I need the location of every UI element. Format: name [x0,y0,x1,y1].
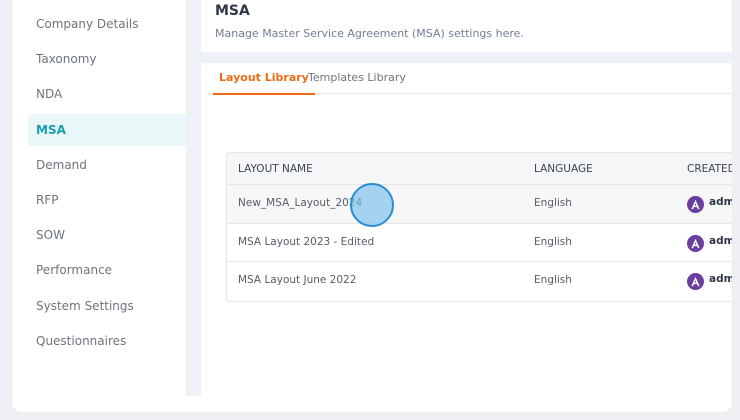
page-header: MSA Manage Master Service Agreement (MSA… [201,0,732,52]
sidebar-item-label: Questionnaires [36,333,127,348]
settings-sidebar: Company Details Taxonomy NDA MSA Demand … [28,8,190,360]
table-row[interactable]: New_MSA_Layout_2024 English adm [227,185,732,224]
language-cell: English [534,274,572,286]
column-header-layout-name[interactable]: LAYOUT NAME [238,163,313,175]
sidebar-item-taxonomy[interactable]: Taxonomy [28,43,190,75]
sidebar-item-label: MSA [36,122,66,137]
sidebar-item-sow[interactable]: SOW [28,219,190,251]
column-header-language[interactable]: LANGUAGE [534,163,593,175]
language-cell: English [534,197,572,209]
sidebar-item-label: Company Details [36,17,139,31]
sidebar-item-label: NDA [36,87,63,102]
column-header-created[interactable]: CREATED [687,163,732,175]
page-title: MSA [215,3,250,19]
creator-cell: adm [709,196,732,208]
sidebar-item-label: SOW [36,228,65,243]
sidebar-item-label: Performance [36,263,113,278]
sidebar-item-label: System Settings [36,298,134,313]
tab-templates-library[interactable]: Templates Library [302,71,412,93]
layout-name-cell: New_MSA_Layout_2024 [238,197,363,209]
user-avatar-icon [687,273,704,290]
page-subtitle: Manage Master Service Agreement (MSA) se… [215,27,524,40]
sidebar-item-nda[interactable]: NDA [28,78,190,110]
sidebar-item-questionnaires[interactable]: Questionnaires [28,325,190,357]
sidebar-item-company-details[interactable]: Company Details [28,8,190,40]
sidebar-item-msa[interactable]: MSA [28,113,190,146]
sidebar-item-demand[interactable]: Demand [28,149,190,181]
layout-table: LAYOUT NAME LANGUAGE CREATED New_MSA_Lay… [226,152,732,302]
library-tabs: Layout Library Templates Library [207,63,732,95]
table-row[interactable]: MSA Layout June 2022 English adm [227,262,732,301]
sidebar-item-performance[interactable]: Performance [28,254,190,286]
sidebar-item-label: RFP [36,192,59,207]
language-cell: English [534,235,572,248]
creator-cell: adm [709,234,732,247]
sidebar-item-label: Demand [36,157,87,172]
table-header: LAYOUT NAME LANGUAGE CREATED [227,153,732,185]
tab-layout-library[interactable]: Layout Library [213,71,315,95]
sidebar-item-system-settings[interactable]: System Settings [28,290,190,322]
user-avatar-icon [687,196,704,213]
layout-name-cell: MSA Layout June 2022 [238,274,357,286]
table-row[interactable]: MSA Layout 2023 - Edited English adm [227,224,732,262]
panel-gutter [186,0,201,396]
sidebar-item-rfp[interactable]: RFP [28,184,190,216]
settings-card: Company Details Taxonomy NDA MSA Demand … [12,0,732,412]
user-avatar-icon [687,234,704,252]
library-content: Layout Library Templates Library LAYOUT … [201,63,732,396]
creator-cell: adm [709,273,732,285]
layout-name-cell: MSA Layout 2023 - Edited [238,235,375,248]
sidebar-item-label: Taxonomy [36,52,97,67]
